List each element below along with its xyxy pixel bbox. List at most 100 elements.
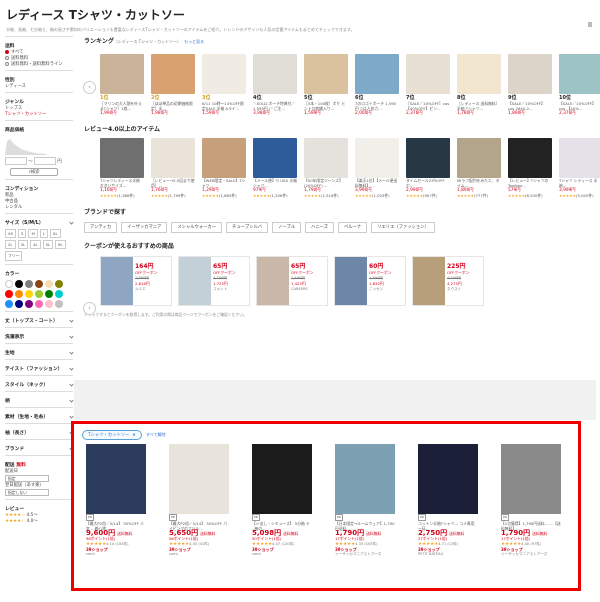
product-image[interactable] bbox=[406, 138, 450, 178]
store-name[interactable]: comi bbox=[252, 552, 312, 557]
size-chip[interactable]: 4L bbox=[30, 240, 41, 249]
product-image[interactable] bbox=[559, 54, 600, 94]
product-desc[interactable]: ［レディース 送料無料］半袖 Tシャツ... bbox=[457, 101, 501, 111]
price-search-button[interactable]: ⌕検索 bbox=[10, 168, 58, 176]
coupon-card[interactable]: 225円 OFFクーポン 4,500円 4,275円 ネクスト bbox=[412, 256, 484, 306]
coupon-card[interactable]: 65円 OFFクーポン 1,790円 1,725円 コメット bbox=[178, 256, 250, 306]
color-swatch[interactable] bbox=[5, 300, 13, 308]
product-image[interactable] bbox=[457, 54, 501, 94]
size-chip[interactable]: 6L bbox=[55, 240, 66, 249]
review-item[interactable]: Tシャツ レディース 半袖... 3,999円 ★★★★★(5,000件) bbox=[559, 138, 600, 198]
product-image[interactable] bbox=[418, 444, 478, 514]
ranking-item[interactable]: 9位 【SALE／10%OFF】 cos 2640-2... 1,890円 bbox=[508, 54, 552, 116]
product-desc[interactable]: 6/11 10時～14%OFF限定SALE 半袖 Aライ... bbox=[202, 101, 246, 111]
product-desc[interactable]: 【レビュー】Tシャツの Toolbox... bbox=[508, 178, 552, 188]
product-desc[interactable]: ［レビュー→5.5回まで使用］... bbox=[151, 178, 195, 188]
ranking-item[interactable]: 10位 【SALE／10%OFF】 cos 【40%... 2,376円 bbox=[559, 54, 600, 116]
clear-filters-link[interactable]: すべて解除 bbox=[146, 432, 166, 438]
review-item[interactable]: 【WEB限定・SALE】Tシャツ... 1,290円 ★★★★★(1,885件) bbox=[202, 138, 246, 198]
coupon-card[interactable]: 164円 OFFクーポン 2,980円 2,816円 ルミエ bbox=[100, 256, 172, 306]
ship-select[interactable]: 指定 bbox=[5, 475, 49, 482]
size-chip[interactable]: 3L bbox=[17, 240, 29, 249]
color-swatch[interactable] bbox=[25, 280, 33, 288]
product-image[interactable] bbox=[335, 257, 367, 305]
price-max-input[interactable] bbox=[34, 157, 57, 165]
product-image[interactable] bbox=[202, 138, 246, 178]
review-item[interactable]: タイムセール23％OFF ポ... 2,990円 ★★★★★(907件) bbox=[406, 138, 450, 198]
product-image[interactable] bbox=[179, 257, 211, 305]
color-swatch[interactable] bbox=[15, 290, 23, 298]
color-swatch[interactable] bbox=[5, 290, 13, 298]
product-desc[interactable]: タイムセール23％OFF ポ... bbox=[406, 178, 450, 188]
product-card[interactable]: PR 【1位獲得】1,790円送料... ...【送料無料】... 1,790円 送料… bbox=[501, 444, 561, 557]
product-image[interactable] bbox=[457, 138, 501, 178]
store-name[interactable]: イーザッカマニアストアーズ bbox=[501, 552, 561, 557]
product-image[interactable] bbox=[508, 54, 552, 94]
brand-chip[interactable]: ハニーズ bbox=[305, 222, 335, 233]
product-image[interactable] bbox=[100, 54, 144, 94]
filter-collapsed[interactable]: スタイル（ネック） bbox=[5, 375, 74, 391]
store-name[interactable]: comi bbox=[86, 552, 146, 557]
product-desc[interactable]: 【SALE／10%OFF】 cos 2640-2... bbox=[508, 101, 552, 111]
product-card[interactable]: PR 【最大P2倍／5/14】 30%OFF 人気... 着心地... 9,600円… bbox=[86, 444, 146, 557]
brand-chip[interactable]: チュ一ブシルバ bbox=[226, 222, 269, 233]
product-desc[interactable]: ［マリンの大人顔を叶えるTシャツ］1枚... bbox=[100, 101, 144, 111]
brand-chip[interactable]: アンティカ bbox=[84, 222, 118, 233]
ranking-item[interactable]: 7位 ［SALE／10%OFF］cos 【40%OFF】ピン... 2,376円 bbox=[406, 54, 450, 116]
size-chip[interactable]: XS bbox=[5, 229, 17, 238]
product-desc[interactable]: 7のロゴ＋ポーチ 1,590円 ▽は人気カ... bbox=[355, 101, 399, 111]
color-swatch[interactable] bbox=[55, 290, 63, 298]
ranking-item[interactable]: 1位 ［マリンの大人顔を叶えるTシャツ］1枚... 1,990円 bbox=[100, 54, 144, 116]
color-swatch[interactable] bbox=[45, 300, 53, 308]
review-item[interactable]: MIラフ配列をみたエ、タイム... 1,890円 ★★★★★(777件) bbox=[457, 138, 501, 198]
product-image[interactable] bbox=[101, 257, 133, 305]
condition-link[interactable]: レンタル bbox=[5, 204, 73, 210]
product-image[interactable] bbox=[151, 54, 195, 94]
prev-arrow-icon[interactable]: ‹ bbox=[83, 81, 96, 94]
product-desc[interactable]: ［5本・100枚］ポケ ヒントな刺繍入り... bbox=[304, 101, 348, 111]
product-image[interactable] bbox=[501, 444, 561, 514]
size-chip[interactable]: L bbox=[39, 229, 48, 238]
chevron-down-icon[interactable] bbox=[69, 220, 74, 225]
product-desc[interactable]: 【メール便】Ti USA 半袖シャツ... bbox=[253, 178, 297, 188]
size-chip[interactable]: S bbox=[18, 229, 27, 238]
color-swatch[interactable] bbox=[5, 280, 13, 288]
color-swatch[interactable] bbox=[15, 280, 23, 288]
ranking-item[interactable]: 3位 6/11 10時～14%OFF限定SALE 半袖 Aライ... 1,590円 bbox=[202, 54, 246, 116]
filter-collapsed[interactable]: 洗濯表示 bbox=[5, 327, 74, 343]
color-swatch[interactable] bbox=[35, 300, 43, 308]
product-image[interactable] bbox=[304, 138, 348, 178]
brand-chip[interactable]: イーザッカマニア bbox=[121, 222, 168, 233]
color-swatch[interactable] bbox=[45, 280, 53, 288]
size-chip[interactable]: M bbox=[28, 229, 38, 238]
size-chip[interactable]: 2L bbox=[5, 240, 16, 249]
product-image[interactable] bbox=[86, 444, 146, 514]
product-desc[interactable]: ［ほぼ単品の初期価格限定］半... bbox=[151, 101, 195, 111]
product-image[interactable] bbox=[304, 54, 348, 94]
filter-collapsed[interactable]: 丈（トップス・コート） bbox=[5, 311, 74, 327]
product-desc[interactable]: ＼SOLD-ポーチ特典付／1,599円 (^ご注... bbox=[253, 101, 297, 111]
coupon-card[interactable]: 65円 OFFクーポン 1,490円 1,425円 CAREERS bbox=[256, 256, 328, 306]
product-desc[interactable]: Tシャツ レディース 半袖... bbox=[559, 178, 600, 188]
filter-collapsed[interactable]: 素材（生地・毛糸） bbox=[5, 407, 74, 423]
product-desc[interactable]: ［SALE／10%OFF］cos 【40%OFF】ピン... bbox=[406, 101, 450, 111]
product-card[interactable]: PR 【シ出し・シミューズ】 5分袖 テ ..袖の... 5,098円 送料無料 50ポ… bbox=[252, 444, 312, 557]
filter-collapsed[interactable]: 柄 bbox=[5, 391, 74, 407]
product-image[interactable] bbox=[335, 444, 395, 514]
product-desc[interactable]: 【50年限定ジーンズ】(20%OFF) ... bbox=[304, 178, 348, 188]
review-option[interactable]: ★★★★☆ 4.0〜 bbox=[5, 518, 73, 524]
filter-collapsed[interactable]: 生地 bbox=[5, 343, 74, 359]
product-desc[interactable]: 【WEB限定・SALE】Tシャツ... bbox=[202, 178, 246, 188]
filter-collapsed[interactable]: 袖（長さ） bbox=[5, 423, 74, 439]
size-chip[interactable]: XL bbox=[49, 229, 61, 238]
product-image[interactable] bbox=[252, 444, 312, 514]
review-item[interactable]: ［レビュー→5.5回まで使用］... 1,760円 ★★★★★(1,799件) bbox=[151, 138, 195, 198]
product-desc[interactable]: 【楽天1位】【メール便送料無料】... bbox=[355, 178, 399, 188]
product-image[interactable] bbox=[508, 138, 552, 178]
ranking-item[interactable]: 6位 7のロゴ＋ポーチ 1,590円 ▽は人気カ... 2,000円 bbox=[355, 54, 399, 116]
brand-chip[interactable]: リエリエ（ファッション） bbox=[371, 222, 435, 233]
product-card[interactable]: PR コットン半袖Tシャツ... コメ専用一括... 2,750円 送料無料 27ポイン… bbox=[418, 444, 478, 557]
filter-tag[interactable]: Tシャツ・カットソー × bbox=[82, 430, 142, 440]
store-name[interactable]: イーザッカマニアストアーズ bbox=[335, 552, 395, 557]
product-image[interactable] bbox=[257, 257, 289, 305]
